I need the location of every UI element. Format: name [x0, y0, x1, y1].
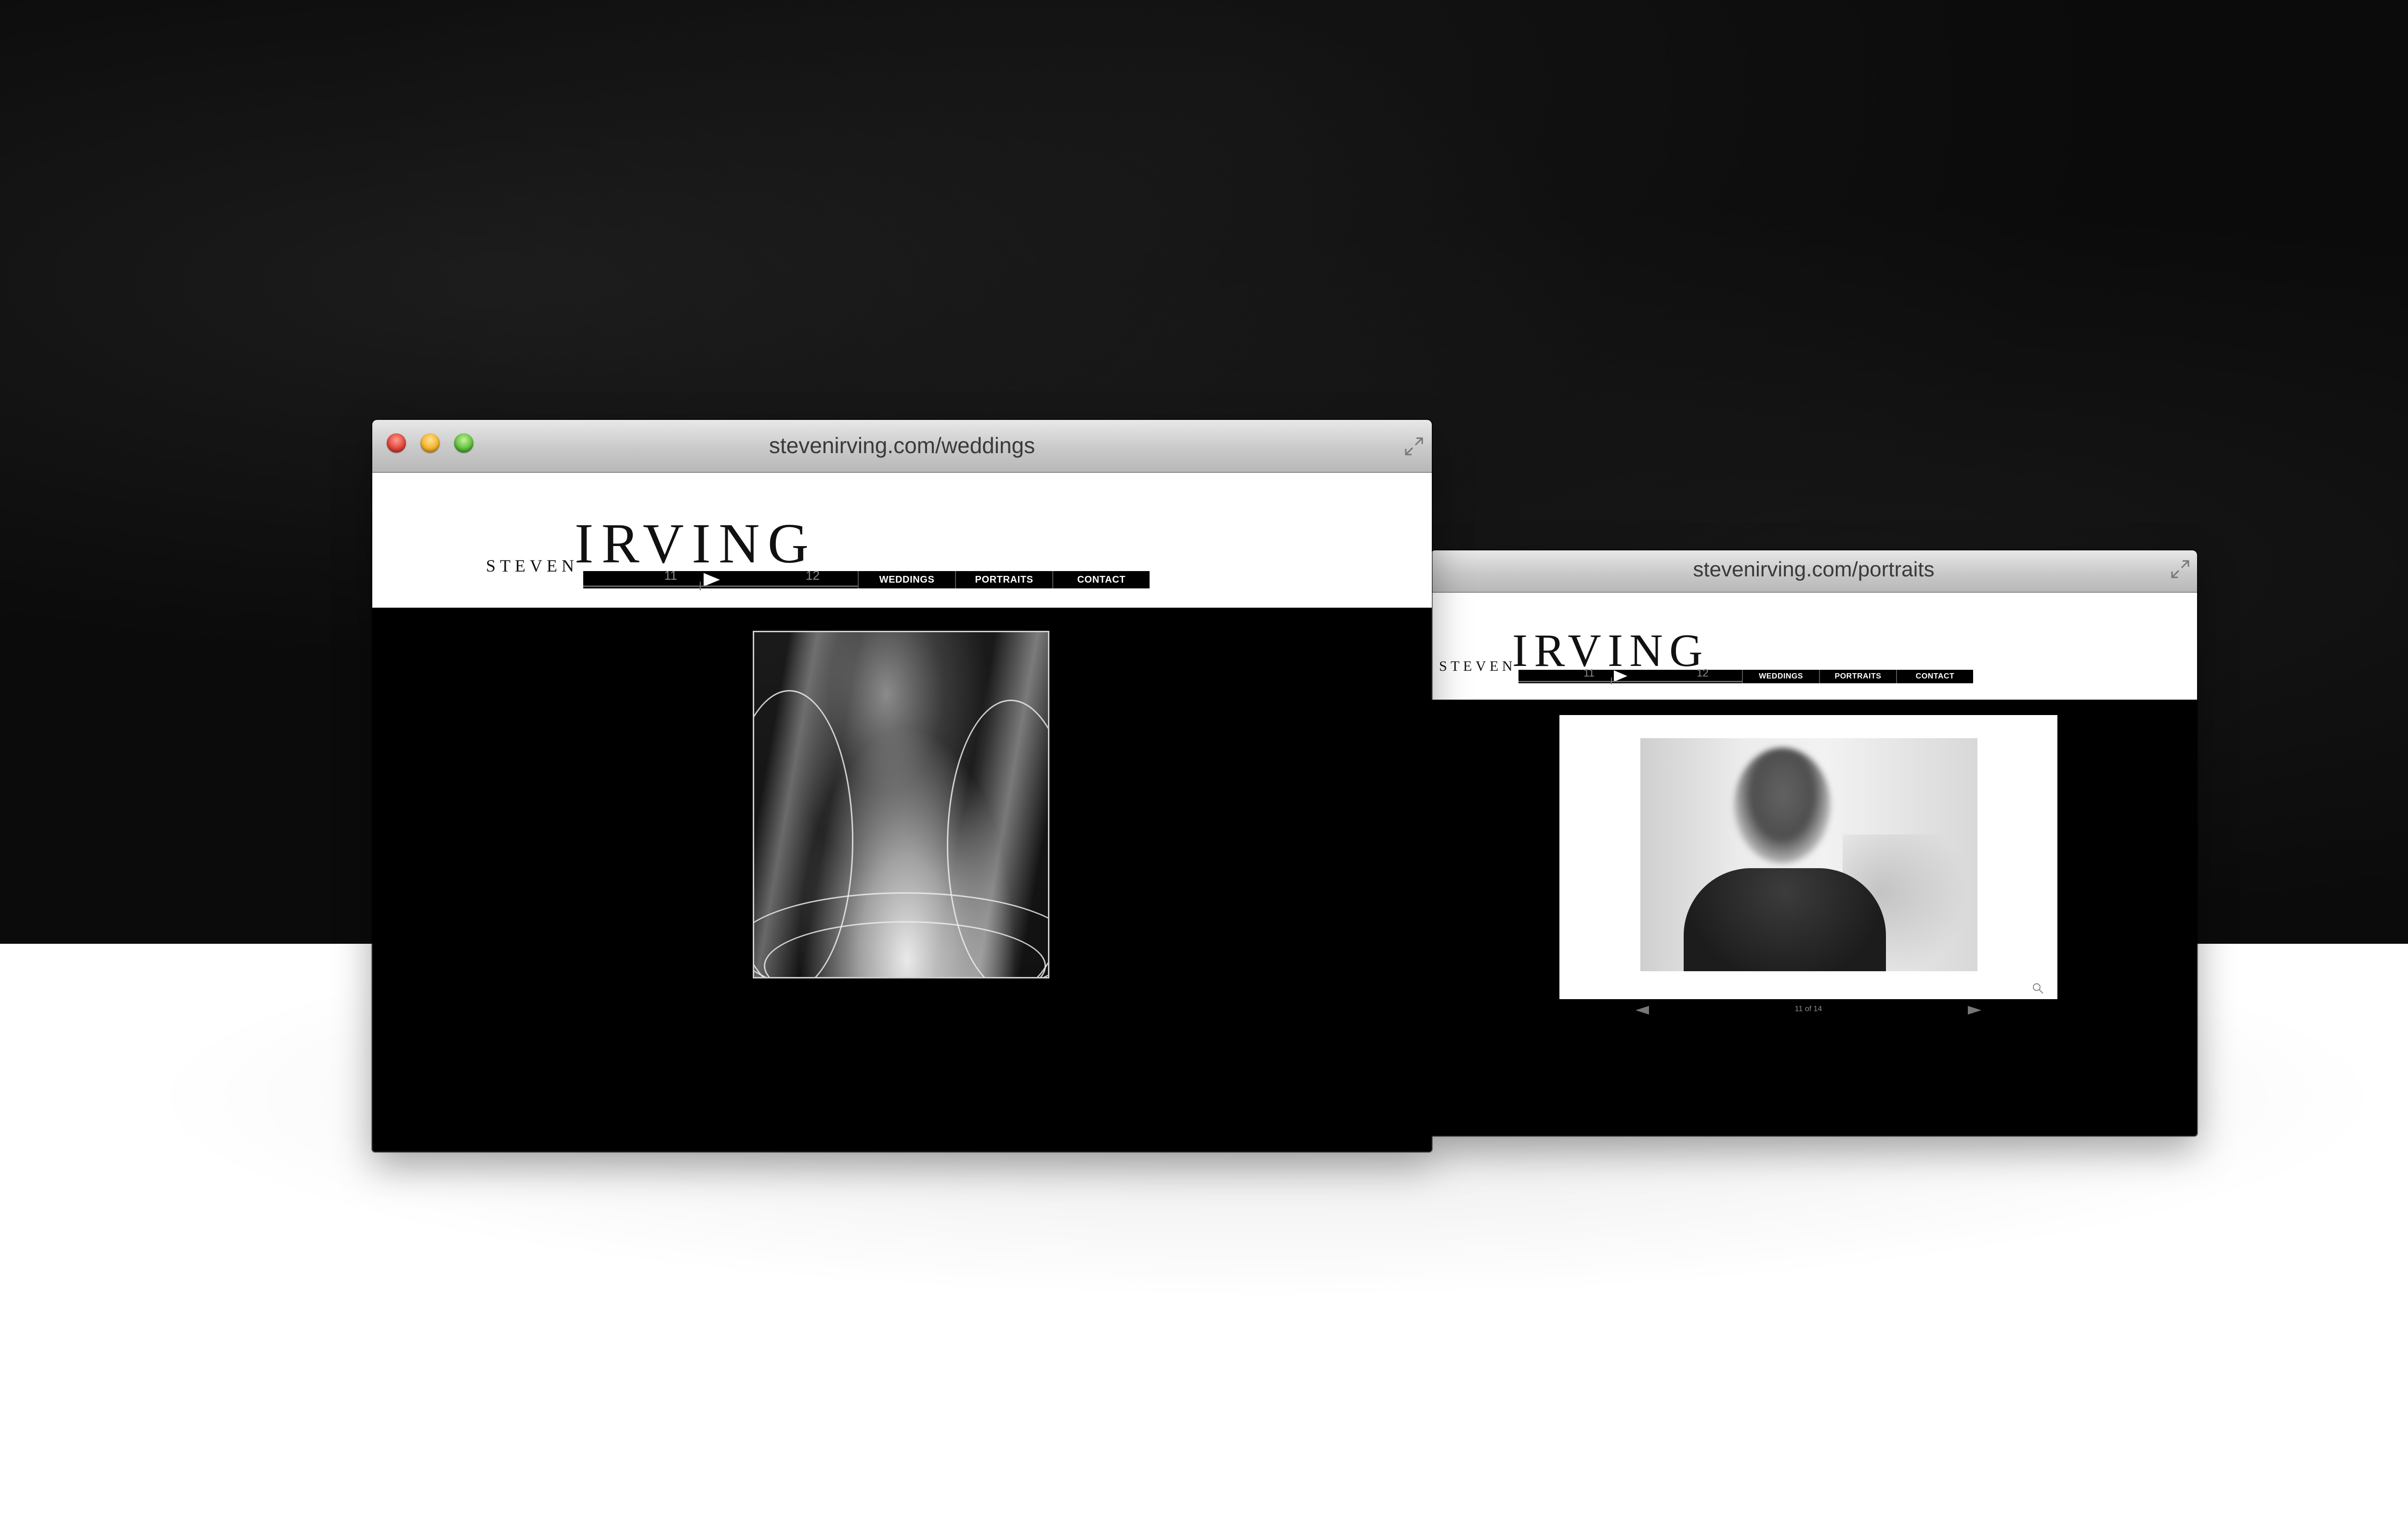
nav-portraits[interactable]: PORTRAITS [1820, 670, 1897, 683]
gallery-area [372, 608, 1432, 1152]
photo-figure-head [1734, 748, 1831, 863]
main-navigation: 11 12 WEDDINGS PORTRAITS CONTACT [1518, 667, 1973, 684]
track-mark-current: 11 [664, 568, 677, 583]
track-line [1518, 681, 1742, 682]
slideshow-track[interactable]: 11 12 [583, 568, 859, 590]
fullscreen-icon[interactable] [2168, 557, 2192, 581]
track-mark-next: 12 [806, 568, 820, 583]
nav-contact[interactable]: CONTACT [1897, 670, 1973, 683]
portrait-photo[interactable] [1640, 738, 1977, 971]
fullscreen-icon[interactable] [1402, 434, 1426, 458]
logo-last-name[interactable]: IRVING [575, 515, 817, 572]
track-position-tick[interactable] [700, 582, 701, 590]
next-arrow-icon[interactable] [1968, 1006, 1981, 1015]
image-counter: 11 of 14 [1794, 1005, 1822, 1013]
logo-first-name[interactable]: STEVEN [486, 556, 578, 576]
slideshow-track[interactable]: 11 12 [1518, 667, 1743, 684]
portrait-frame [1559, 715, 2057, 999]
window-url: stevenirving.com/weddings [769, 433, 1035, 458]
title-bar[interactable]: stevenirving.com/portraits [1430, 550, 2197, 593]
play-icon[interactable] [1614, 670, 1627, 682]
gallery-controls: 11 of 14 [1559, 1004, 2057, 1018]
main-navigation: 11 12 WEDDINGS PORTRAITS CONTACT [583, 568, 1150, 590]
track-mark-current: 11 [1584, 667, 1595, 679]
browser-window-weddings: stevenirving.com/weddings STEVEN IRVING … [372, 420, 1432, 1152]
photo-figure-body [1684, 868, 1886, 971]
logo-first-name[interactable]: STEVEN [1439, 658, 1516, 675]
wedding-photo[interactable] [753, 631, 1049, 978]
gallery-area: 11 of 14 [1430, 700, 2197, 1136]
logo-last-name[interactable]: IRVING [1512, 627, 1709, 674]
play-icon[interactable] [704, 573, 720, 586]
nav-portraits[interactable]: PORTRAITS [956, 571, 1053, 588]
title-bar[interactable]: stevenirving.com/weddings [372, 420, 1432, 473]
track-line [583, 586, 858, 587]
site-header: STEVEN IRVING 11 12 WEDDINGS PORTRAITS C… [1430, 593, 2197, 700]
site-header: STEVEN IRVING 11 12 WEDDINGS PORTRAITS C… [372, 473, 1432, 608]
zoom-icon[interactable] [2031, 982, 2045, 995]
window-url: stevenirving.com/portraits [1693, 558, 1935, 581]
nav-weddings[interactable]: WEDDINGS [859, 571, 956, 588]
nav-weddings[interactable]: WEDDINGS [1743, 670, 1820, 683]
track-mark-next: 12 [1697, 667, 1709, 679]
browser-window-portraits: stevenirving.com/portraits STEVEN IRVING… [1430, 550, 2197, 1136]
nav-contact[interactable]: CONTACT [1053, 571, 1150, 588]
track-position-tick[interactable] [1611, 677, 1612, 684]
